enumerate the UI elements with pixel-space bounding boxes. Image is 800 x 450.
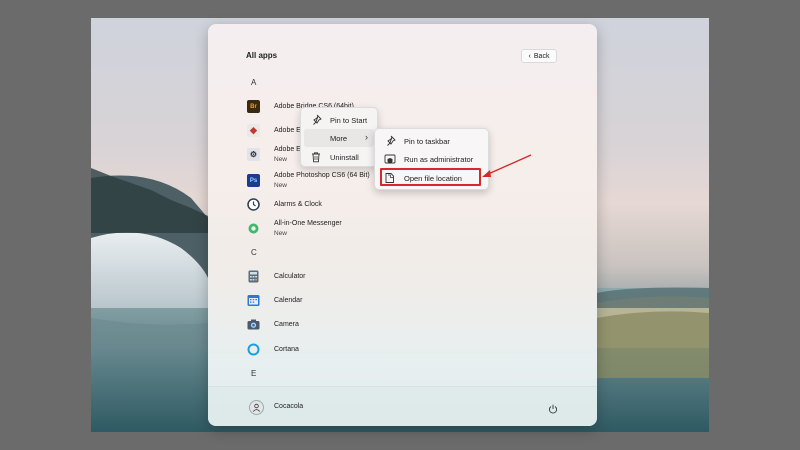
menu-label: Pin to Start [330,116,368,125]
bridge-icon: Br [247,100,260,113]
power-icon [548,404,558,414]
menu-item-pin-to-start[interactable]: Pin to Start [304,111,374,129]
menu-label: Pin to taskbar [404,137,450,146]
app-name: Calculator [274,273,306,280]
menu-item-run-as-administrator[interactable]: Run as administrator [378,150,485,168]
chevron-right-icon: › [365,132,368,142]
chevron-left-icon: ‹ [528,52,531,60]
pin-icon [387,135,396,146]
power-button[interactable] [548,401,558,419]
cortana-icon [247,343,260,356]
back-button[interactable]: ‹ Back [521,49,557,63]
start-menu: All apps ‹ Back A Br Adobe Bridge CS6 (6… [208,24,597,426]
highlight-annotation [380,168,481,186]
all-apps-title: All apps [246,51,278,60]
app-context-menu: Pin to Start More › Uninstall [300,107,378,167]
menu-item-more[interactable]: More › [304,129,374,147]
avatar[interactable] [249,400,264,415]
user-icon [252,403,261,412]
trash-icon [312,152,320,163]
photoshop-icon: Ps [247,174,260,187]
new-badge: New [274,182,288,189]
menu-item-uninstall[interactable]: Uninstall [304,148,374,166]
section-letter-c[interactable]: C [251,248,257,257]
start-footer: Cocacola [208,386,597,426]
app-name: All-in-One Messenger [274,220,342,227]
pin-icon [313,114,322,125]
user-name[interactable]: Cocacola [274,403,303,410]
section-letter-e[interactable]: E [251,369,256,378]
menu-item-pin-to-taskbar[interactable]: Pin to taskbar [378,132,485,150]
calendar-icon [247,294,260,307]
clock-icon [247,198,260,211]
app-item-calculator[interactable]: Calculator [246,266,446,288]
section-letter-a[interactable]: A [251,78,256,87]
camera-icon [247,318,260,331]
calculator-icon [247,270,260,283]
app-name: Camera [274,321,299,328]
app-item-camera[interactable]: Camera [246,314,446,336]
app-item-alarms-clock[interactable]: Alarms & Clock [246,194,446,216]
menu-label: More [330,134,348,143]
app-name: Adobe E [274,127,301,134]
adobe-exchange-icon: ⚙ [247,148,260,161]
menu-label: Uninstall [330,153,359,162]
app-item-cortana[interactable]: Cortana [246,339,446,361]
messenger-icon [247,222,260,235]
app-item-all-in-one-messenger[interactable]: All-in-One Messenger New [246,218,446,240]
app-item-calendar[interactable]: Calendar [246,290,446,312]
app-name: Adobe Photoshop CS6 (64 Bit) [274,172,370,179]
new-badge: New [274,230,288,237]
app-name: Calendar [274,297,303,304]
annotation-arrow-icon [482,154,532,177]
app-name: Alarms & Clock [274,201,322,208]
back-label: Back [533,52,550,60]
app-name: Cortana [274,346,299,353]
menu-label: Run as administrator [404,155,474,164]
new-badge: New [274,156,288,163]
shield-icon [384,154,396,164]
app-name: Adobe E [274,146,301,153]
adobe-extension-icon: ◆ [247,124,260,137]
